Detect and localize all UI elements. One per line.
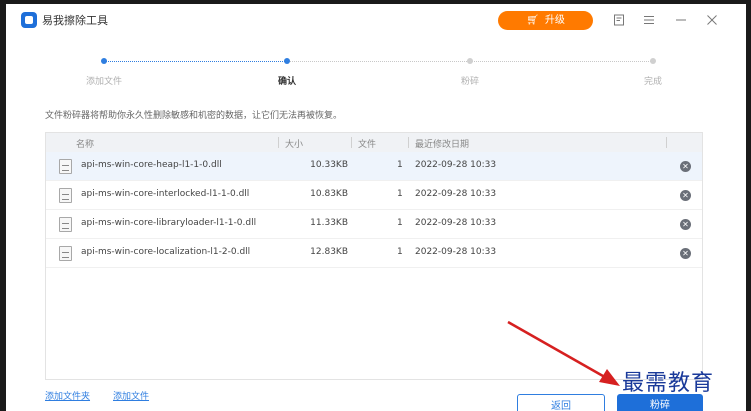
feedback-icon[interactable] (612, 14, 626, 28)
file-size: 10.83KB (310, 189, 348, 199)
file-size: 11.33KB (310, 218, 348, 228)
table-row[interactable]: api-ms-win-core-localization-l1-2-0.dll … (46, 239, 702, 268)
file-icon (59, 159, 72, 174)
table-header: 名称 大小 文件 最近修改日期 (46, 133, 702, 152)
column-header-size[interactable]: 大小 (285, 137, 303, 150)
watermark-text: 最需教育 (622, 371, 715, 396)
add-folder-link[interactable]: 添加文件夹 (45, 389, 90, 402)
remove-icon[interactable]: ✕ (680, 161, 691, 172)
step-connector (104, 61, 287, 62)
app-logo-icon (21, 12, 37, 28)
add-file-link[interactable]: 添加文件 (113, 389, 149, 402)
file-count: 1 (397, 160, 403, 170)
file-count: 1 (397, 218, 403, 228)
file-name: api-ms-win-core-heap-l1-1-0.dll (81, 160, 222, 170)
progress-stepper: 添加文件 确认 粉碎 完成 (6, 54, 746, 94)
step-label-finish: 完成 (643, 77, 663, 87)
title-bar: 易我擦除工具 🛒︎ 升级 (6, 4, 746, 38)
column-header-date[interactable]: 最近修改日期 (415, 137, 469, 150)
file-size: 10.33KB (310, 160, 348, 170)
step-label-add-files: 添加文件 (85, 77, 123, 87)
remove-icon[interactable]: ✕ (680, 219, 691, 230)
remove-icon[interactable]: ✕ (680, 248, 691, 259)
column-divider (666, 137, 667, 148)
column-header-name[interactable]: 名称 (76, 137, 94, 150)
cart-icon: 🛒︎ (526, 15, 539, 26)
step-label-confirm: 确认 (277, 77, 297, 87)
app-title: 易我擦除工具 (42, 14, 108, 27)
app-window: 易我擦除工具 🛒︎ 升级 添加文件 确认 粉碎 完成 文件粉碎器将帮助你永久性删除… (6, 4, 746, 411)
table-row[interactable]: api-ms-win-core-heap-l1-1-0.dll 10.33KB … (46, 152, 702, 181)
close-icon[interactable] (705, 14, 719, 28)
column-header-count[interactable]: 文件 (358, 137, 376, 150)
step-dot-shred (467, 58, 473, 64)
remove-icon[interactable]: ✕ (680, 190, 691, 201)
column-divider (278, 137, 279, 148)
step-dot-confirm (284, 58, 290, 64)
file-date: 2022-09-28 10:33 (415, 218, 497, 228)
file-icon (59, 188, 72, 203)
file-date: 2022-09-28 10:33 (415, 160, 497, 170)
upgrade-label: 升级 (544, 15, 565, 26)
step-label-shred: 粉碎 (460, 77, 480, 87)
file-name: api-ms-win-core-localization-l1-2-0.dll (81, 247, 251, 257)
column-divider (408, 137, 409, 148)
file-icon (59, 246, 72, 261)
file-count: 1 (397, 247, 403, 257)
upgrade-button[interactable]: 🛒︎ 升级 (498, 11, 593, 30)
menu-icon[interactable] (642, 14, 656, 28)
table-row[interactable]: api-ms-win-core-libraryloader-l1-1-0.dll… (46, 210, 702, 239)
file-icon (59, 217, 72, 232)
back-button[interactable]: 返回 (517, 394, 605, 411)
file-name: api-ms-win-core-libraryloader-l1-1-0.dll (81, 218, 257, 228)
file-date: 2022-09-28 10:33 (415, 189, 497, 199)
step-dot-add-files (101, 58, 107, 64)
description-text: 文件粉碎器将帮助你永久性删除敏感和机密的数据，让它们无法再被恢复。 (45, 111, 343, 121)
table-row[interactable]: api-ms-win-core-interlocked-l1-1-0.dll 1… (46, 181, 702, 210)
minimize-icon[interactable] (674, 14, 688, 28)
file-table: 名称 大小 文件 最近修改日期 api-ms-win-core-heap-l1-… (45, 132, 703, 380)
file-count: 1 (397, 189, 403, 199)
step-dot-finish (650, 58, 656, 64)
file-size: 12.83KB (310, 247, 348, 257)
column-divider (351, 137, 352, 148)
file-date: 2022-09-28 10:33 (415, 247, 497, 257)
file-name: api-ms-win-core-interlocked-l1-1-0.dll (81, 189, 250, 199)
